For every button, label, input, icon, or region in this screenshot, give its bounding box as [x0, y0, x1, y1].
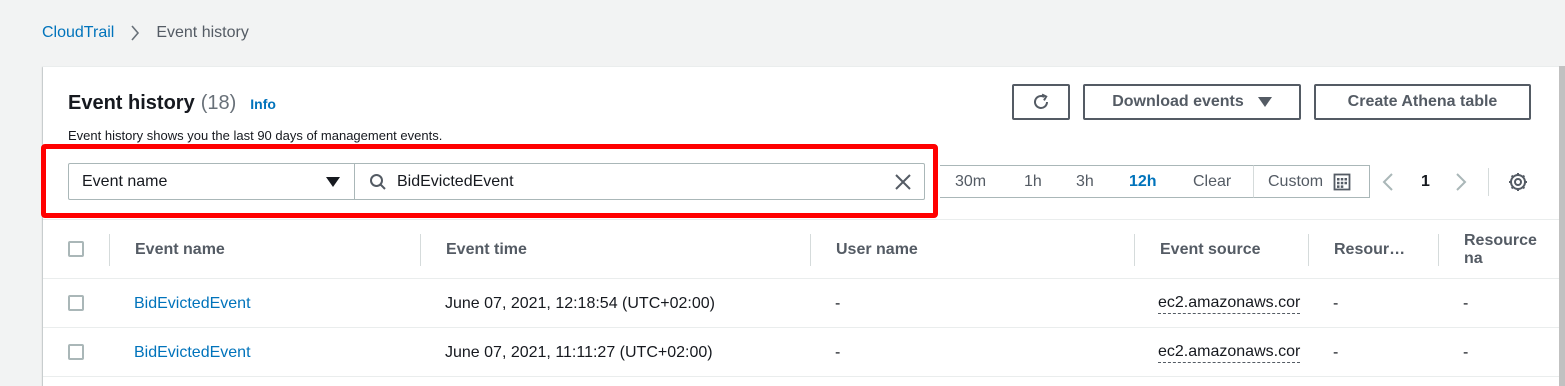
column-divider — [810, 234, 811, 266]
chevron-left-icon[interactable] — [1382, 172, 1394, 192]
time-range-3h[interactable]: 3h — [1076, 173, 1094, 191]
page-title: Event history — [68, 92, 195, 114]
table-row: BidEvictedEvent June 07, 2021, 12:18:54 … — [43, 280, 1559, 328]
event-time: June 07, 2021, 12:18:54 (UTC+02:00) — [445, 295, 715, 312]
info-link[interactable]: Info — [250, 96, 276, 112]
breadcrumb: CloudTrail Event history — [42, 24, 249, 42]
column-header-event-time[interactable]: Event time — [446, 220, 527, 280]
time-range-options: 30m 1h 3h 12h Clear — [940, 165, 1254, 198]
table-row: BidEvictedEvent June 07, 2021, 11:11:27 … — [43, 329, 1559, 377]
user-name: - — [835, 295, 841, 312]
column-header-event-source[interactable]: Event source — [1160, 220, 1260, 280]
column-divider — [1308, 234, 1309, 266]
custom-range-label: Custom — [1268, 172, 1324, 190]
event-source-value: ec2.amazonaws.cor — [1158, 294, 1301, 314]
resource-name: - — [1463, 344, 1469, 361]
event-name-link[interactable]: BidEvictedEvent — [134, 329, 251, 377]
event-source-value: ec2.amazonaws.cor — [1158, 343, 1301, 363]
column-header-user-name[interactable]: User name — [836, 220, 918, 280]
select-all-checkbox[interactable] — [68, 241, 84, 257]
time-range-12h[interactable]: 12h — [1129, 173, 1157, 191]
pager-divider — [1488, 168, 1489, 196]
event-source[interactable]: ec2.amazonaws.cor — [1158, 329, 1308, 377]
highlight-box — [41, 144, 938, 218]
resource-type: - — [1333, 344, 1339, 361]
event-time: June 07, 2021, 11:11:27 (UTC+02:00) — [445, 344, 713, 361]
breadcrumb-cloudtrail-link[interactable]: CloudTrail — [42, 24, 114, 42]
column-header-resource-type[interactable]: Resour… — [1334, 220, 1405, 280]
column-divider — [109, 234, 110, 266]
column-header-resource-name[interactable]: Resource na — [1464, 220, 1559, 280]
refresh-button[interactable] — [1012, 84, 1070, 120]
table-header: Event name Event time User name Event so… — [43, 219, 1559, 279]
event-count: (18) — [200, 92, 237, 114]
calendar-icon — [1333, 173, 1351, 191]
resource-type: - — [1333, 295, 1339, 312]
column-divider — [420, 234, 421, 266]
page-description: Event history shows you the last 90 days… — [68, 128, 443, 143]
time-range-1h[interactable]: 1h — [1024, 173, 1042, 191]
time-range-clear[interactable]: Clear — [1193, 173, 1231, 191]
resource-name: - — [1463, 295, 1469, 312]
user-name: - — [835, 344, 841, 361]
download-events-button[interactable]: Download events — [1083, 84, 1301, 120]
scrollbar[interactable] — [1559, 66, 1565, 386]
refresh-icon — [1031, 92, 1051, 112]
row-checkbox[interactable] — [68, 295, 84, 311]
gear-icon[interactable] — [1507, 171, 1529, 193]
event-source[interactable]: ec2.amazonaws.cor — [1158, 280, 1308, 328]
page-number[interactable]: 1 — [1421, 173, 1430, 191]
custom-range-button[interactable]: Custom — [1253, 165, 1370, 198]
panel-header: Event history (18) Info — [68, 92, 276, 115]
column-divider — [1134, 234, 1135, 266]
column-header-event-name[interactable]: Event name — [135, 220, 225, 280]
download-events-label: Download events — [1112, 93, 1244, 110]
chevron-right-icon — [130, 25, 140, 41]
row-checkbox[interactable] — [68, 344, 84, 360]
event-name-link[interactable]: BidEvictedEvent — [134, 280, 251, 328]
create-athena-table-button[interactable]: Create Athena table — [1314, 84, 1531, 120]
caret-down-icon — [1257, 97, 1272, 107]
column-divider — [1438, 234, 1439, 266]
time-range-30m[interactable]: 30m — [955, 173, 986, 191]
breadcrumb-current: Event history — [156, 24, 249, 41]
chevron-right-icon[interactable] — [1455, 172, 1467, 192]
